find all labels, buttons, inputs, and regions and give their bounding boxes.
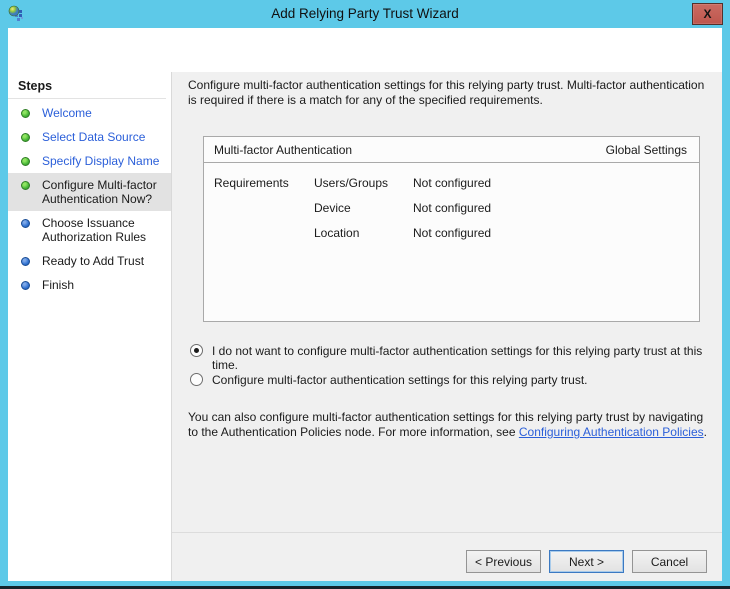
- step-label: Ready to Add Trust: [42, 254, 144, 268]
- step-completed-icon: [21, 157, 30, 166]
- radio-configure-mfa[interactable]: Configure multi-factor authentication se…: [190, 373, 710, 387]
- step-item-specify-display-name[interactable]: Specify Display Name: [8, 149, 171, 173]
- step-item-choose-issuance-rules: Choose Issuance Authorization Rules: [8, 211, 171, 249]
- step-item-select-data-source[interactable]: Select Data Source: [8, 125, 171, 149]
- steps-heading: Steps: [8, 74, 166, 99]
- step-item-ready-to-add-trust: Ready to Add Trust: [8, 249, 171, 273]
- step-label: Specify Display Name: [42, 154, 159, 168]
- titlebar[interactable]: Add Relying Party Trust Wizard X: [0, 0, 730, 28]
- steps-list: Welcome Select Data Source Specify Displ…: [8, 101, 171, 297]
- footnote-text: You can also configure multi-factor auth…: [188, 410, 710, 440]
- step-label: Welcome: [42, 106, 92, 120]
- intro-text: Configure multi-factor authentication se…: [188, 78, 708, 108]
- previous-button[interactable]: < Previous: [466, 550, 541, 573]
- button-bar: < Previous Next > Cancel: [172, 532, 722, 581]
- radio-selected-icon[interactable]: [190, 344, 203, 357]
- step-pending-icon: [21, 257, 30, 266]
- steps-sidebar: Steps Welcome Select Data Source Specify…: [8, 72, 172, 581]
- cancel-button[interactable]: Cancel: [632, 550, 707, 573]
- requirements-label: Requirements: [214, 177, 314, 190]
- configuring-auth-policies-link[interactable]: Configuring Authentication Policies: [519, 425, 704, 439]
- window-title: Add Relying Party Trust Wizard: [0, 0, 730, 28]
- requirement-name: Location: [314, 227, 413, 240]
- step-label: Select Data Source: [42, 130, 145, 144]
- spacer: [214, 227, 314, 240]
- footnote-after: .: [704, 425, 707, 439]
- header-band: [8, 28, 722, 72]
- wizard-window: Add Relying Party Trust Wizard X Steps W…: [0, 0, 730, 589]
- step-completed-icon: [21, 133, 30, 142]
- radio-unselected-icon[interactable]: [190, 373, 203, 386]
- radio-skip-mfa-label: I do not want to configure multi-factor …: [212, 344, 710, 372]
- requirement-value: Not configured: [413, 202, 699, 215]
- step-current-icon: [21, 181, 30, 190]
- requirement-name: Device: [314, 202, 413, 215]
- step-label: Choose Issuance Authorization Rules: [42, 216, 146, 244]
- step-item-configure-mfa-now[interactable]: Configure Multi-factor Authentication No…: [8, 173, 171, 211]
- close-icon: X: [703, 7, 711, 21]
- radio-skip-mfa[interactable]: I do not want to configure multi-factor …: [190, 344, 710, 372]
- radio-configure-mfa-label: Configure multi-factor authentication se…: [212, 373, 588, 387]
- step-item-welcome[interactable]: Welcome: [8, 101, 171, 125]
- spacer: [214, 202, 314, 215]
- requirement-value: Not configured: [413, 227, 699, 240]
- close-button[interactable]: X: [692, 3, 723, 25]
- step-pending-icon: [21, 219, 30, 228]
- step-item-finish: Finish: [8, 273, 171, 297]
- requirement-value: Not configured: [413, 177, 699, 190]
- step-pending-icon: [21, 281, 30, 290]
- mfa-settings-table: Multi-factor Authentication Global Setti…: [203, 136, 700, 322]
- mfa-table-title: Multi-factor Authentication: [214, 143, 352, 157]
- next-button[interactable]: Next >: [549, 550, 624, 573]
- step-label: Finish: [42, 278, 74, 292]
- step-label: Configure Multi-factor Authentication No…: [42, 178, 157, 206]
- requirement-name: Users/Groups: [314, 177, 413, 190]
- global-settings-label: Global Settings: [606, 143, 687, 157]
- step-completed-icon: [21, 109, 30, 118]
- content-pane: Configure multi-factor authentication se…: [172, 72, 722, 532]
